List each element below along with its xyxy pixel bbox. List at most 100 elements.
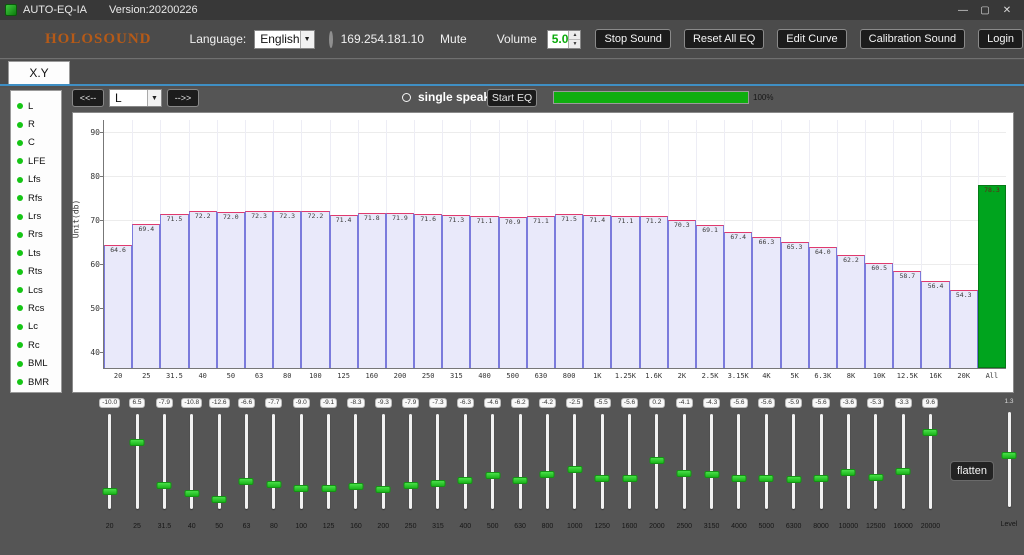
slider-knob[interactable] bbox=[676, 470, 692, 478]
slider-knob[interactable] bbox=[512, 476, 528, 484]
slider-knob[interactable] bbox=[840, 468, 856, 476]
channel-item[interactable]: C bbox=[11, 134, 61, 152]
slider-track[interactable] bbox=[649, 414, 665, 509]
slider-track[interactable] bbox=[238, 414, 254, 509]
slider-knob[interactable] bbox=[102, 488, 118, 495]
slider-knob[interactable] bbox=[1001, 452, 1017, 460]
slider-track[interactable] bbox=[485, 414, 501, 509]
slider-knob[interactable] bbox=[403, 481, 419, 489]
start-eq-button[interactable]: Start EQ bbox=[487, 89, 537, 107]
slider-track[interactable] bbox=[403, 414, 419, 509]
slider-knob[interactable] bbox=[156, 481, 172, 489]
stop-sound-button[interactable]: Stop Sound bbox=[595, 29, 671, 49]
slider-knob[interactable] bbox=[539, 470, 555, 478]
slider-knob[interactable] bbox=[375, 485, 391, 493]
channel-item[interactable]: BMR bbox=[11, 373, 61, 391]
channel-item[interactable]: LFE bbox=[11, 152, 61, 170]
slider-knob[interactable] bbox=[731, 474, 747, 482]
slider-knob[interactable] bbox=[813, 474, 829, 482]
slider-track[interactable] bbox=[102, 414, 118, 509]
single-speaker-radio[interactable] bbox=[402, 92, 411, 102]
slider-knob[interactable] bbox=[321, 485, 337, 493]
slider-knob[interactable] bbox=[430, 479, 446, 487]
slider-track[interactable] bbox=[1001, 412, 1017, 507]
slider-track[interactable] bbox=[321, 414, 337, 509]
edit-curve-button[interactable]: Edit Curve bbox=[777, 29, 847, 49]
reset-all-eq-button[interactable]: Reset All EQ bbox=[683, 29, 765, 49]
slider-knob[interactable] bbox=[238, 477, 254, 485]
volume-down-icon[interactable]: ▼ bbox=[569, 39, 581, 48]
slider-knob[interactable] bbox=[594, 474, 610, 482]
channel-item[interactable]: Lfs bbox=[11, 171, 61, 189]
close-icon[interactable]: ✕ bbox=[998, 5, 1016, 16]
slider-track[interactable] bbox=[622, 414, 637, 509]
slider-track[interactable] bbox=[567, 414, 583, 509]
channel-item[interactable]: Rc bbox=[11, 336, 61, 354]
channel-item[interactable]: Rcs bbox=[11, 299, 61, 317]
slider-knob[interactable] bbox=[649, 457, 665, 465]
channel-item[interactable]: Rrs bbox=[11, 226, 61, 244]
slider-track[interactable] bbox=[156, 414, 172, 509]
slider-knob[interactable] bbox=[868, 473, 884, 481]
slider-track[interactable] bbox=[895, 414, 911, 509]
channel-item[interactable]: Rts bbox=[11, 263, 61, 281]
channel-item[interactable]: R bbox=[11, 115, 61, 133]
slider-track[interactable] bbox=[457, 414, 473, 509]
slider-track[interactable] bbox=[868, 414, 884, 509]
slider-track[interactable] bbox=[676, 414, 692, 509]
slider-knob[interactable] bbox=[758, 474, 774, 482]
tab-xy[interactable]: X.Y bbox=[8, 61, 70, 84]
maximize-icon[interactable]: ▢ bbox=[976, 5, 994, 16]
channel-item[interactable]: Lc bbox=[11, 318, 61, 336]
slider-track[interactable] bbox=[430, 414, 446, 509]
slider-track[interactable] bbox=[840, 414, 856, 509]
slider-track[interactable] bbox=[293, 414, 309, 509]
slider-track[interactable] bbox=[512, 414, 528, 509]
slider-knob[interactable] bbox=[293, 485, 309, 492]
volume-stepper[interactable]: 5.0 ▲ ▼ bbox=[546, 29, 582, 49]
calibration-sound-button[interactable]: Calibration Sound bbox=[859, 29, 966, 49]
slider-track[interactable] bbox=[375, 414, 391, 509]
slider-knob[interactable] bbox=[211, 495, 227, 503]
channel-item[interactable]: BML bbox=[11, 354, 61, 372]
channel-item[interactable]: Lrs bbox=[11, 207, 61, 225]
slider-track[interactable] bbox=[758, 414, 774, 509]
slider-knob[interactable] bbox=[895, 467, 911, 475]
slider-knob[interactable] bbox=[348, 482, 364, 490]
slider-knob[interactable] bbox=[184, 490, 200, 498]
slider-track[interactable] bbox=[539, 414, 555, 509]
slider-knob[interactable] bbox=[485, 471, 501, 479]
slider-knob[interactable] bbox=[457, 476, 473, 484]
slider-track[interactable] bbox=[731, 414, 747, 509]
slider-knob[interactable] bbox=[622, 474, 637, 482]
flatten-button[interactable]: flatten bbox=[950, 461, 994, 481]
slider-track[interactable] bbox=[129, 414, 145, 509]
eq-slider: -6.6 63 bbox=[233, 398, 260, 548]
slider-track[interactable] bbox=[922, 414, 938, 509]
slider-track[interactable] bbox=[211, 414, 227, 509]
speaker-select[interactable]: L ▼ bbox=[109, 89, 162, 107]
language-select[interactable]: English ▼ bbox=[254, 29, 315, 49]
slider-knob[interactable] bbox=[786, 475, 802, 483]
slider-track[interactable] bbox=[594, 414, 610, 509]
slider-knob[interactable] bbox=[704, 470, 720, 478]
slider-track[interactable] bbox=[813, 414, 829, 509]
slider-track[interactable] bbox=[348, 414, 364, 509]
channel-item[interactable]: Lts bbox=[11, 244, 61, 262]
channel-item[interactable]: Lcs bbox=[11, 281, 61, 299]
slider-knob[interactable] bbox=[266, 481, 282, 489]
slider-track[interactable] bbox=[704, 414, 720, 509]
slider-track[interactable] bbox=[266, 414, 282, 509]
channel-item[interactable]: L bbox=[11, 97, 61, 115]
minimize-icon[interactable]: — bbox=[954, 5, 972, 16]
slider-knob[interactable] bbox=[129, 438, 145, 446]
login-button[interactable]: Login bbox=[978, 29, 1024, 49]
slider-track[interactable] bbox=[786, 414, 802, 509]
slider-track[interactable] bbox=[184, 414, 200, 509]
volume-up-icon[interactable]: ▲ bbox=[569, 30, 581, 40]
next-speaker-button[interactable]: -->> bbox=[167, 89, 199, 107]
prev-speaker-button[interactable]: <<-- bbox=[72, 89, 104, 107]
slider-knob[interactable] bbox=[567, 465, 583, 473]
slider-knob[interactable] bbox=[922, 429, 938, 437]
channel-item[interactable]: Rfs bbox=[11, 189, 61, 207]
